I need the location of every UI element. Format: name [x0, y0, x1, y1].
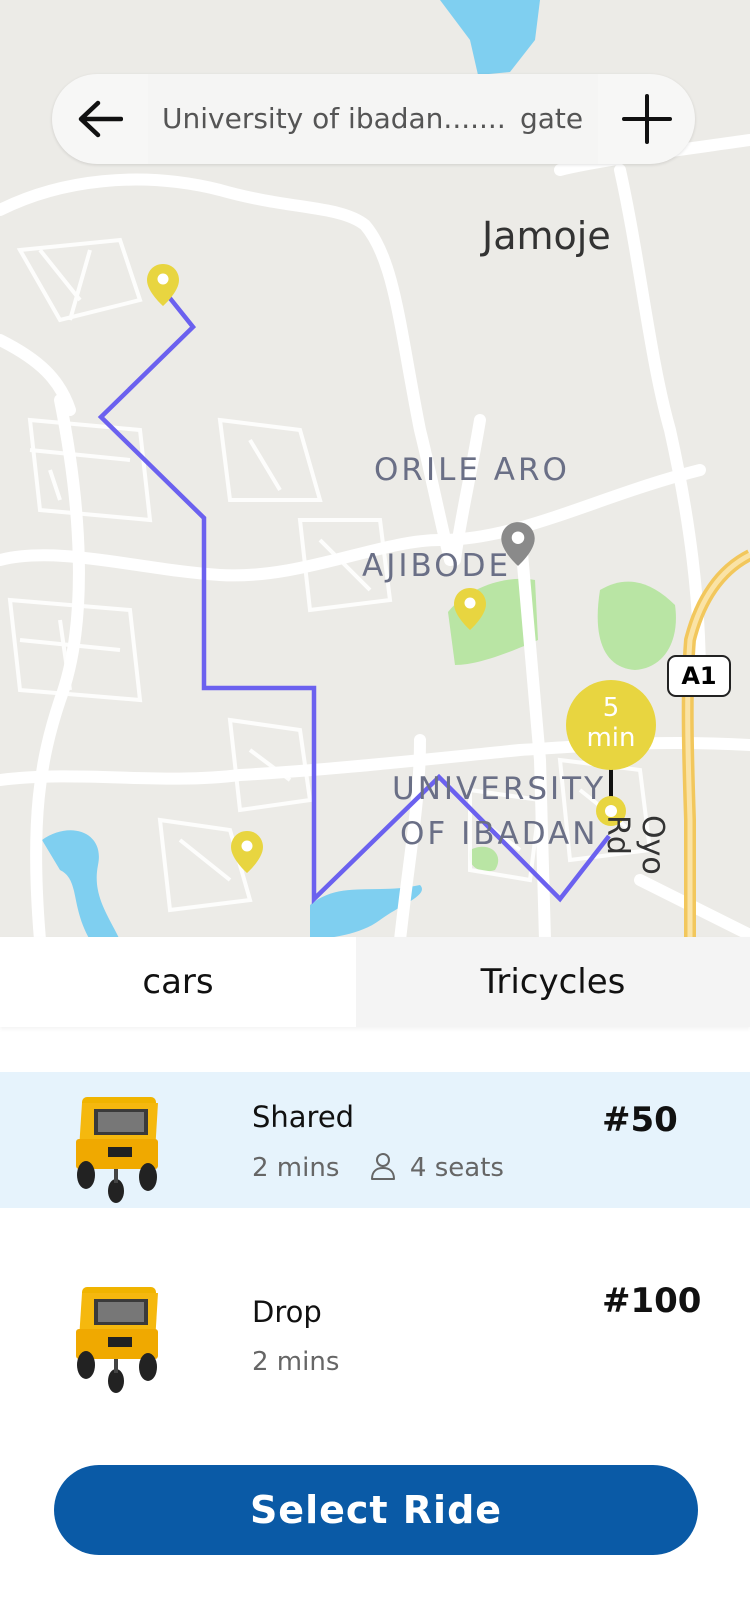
ride-price: #50 — [602, 1100, 678, 1140]
ride-option-drop[interactable]: Drop 2 mins #100 — [0, 1265, 750, 1401]
ride-meta: 2 mins 4 seats — [252, 1152, 504, 1183]
ride-eta: 2 mins — [252, 1153, 340, 1183]
highway-shield: A1 — [667, 655, 731, 697]
map-label-orile-aro: ORILE ARO — [374, 452, 570, 488]
destination-input[interactable]: gate — [520, 74, 583, 164]
tricycle-image — [76, 1287, 158, 1393]
eta-bubble: 5 min — [566, 680, 656, 770]
ride-option-shared[interactable]: Shared 2 mins 4 seats #50 — [0, 1072, 750, 1208]
ride-price: #100 — [602, 1281, 702, 1321]
ride-meta: 2 mins — [252, 1347, 339, 1377]
map-label-university: UNIVERSITY — [392, 771, 607, 807]
ride-name: Shared — [252, 1100, 355, 1134]
ride-eta: 2 mins — [252, 1347, 340, 1377]
map-label-jamoje: Jamoje — [482, 214, 611, 258]
plus-icon — [622, 94, 672, 144]
map-pin-icon[interactable] — [452, 586, 488, 632]
tab-cars[interactable]: cars — [0, 937, 356, 1027]
ride-seats: 4 seats — [409, 1153, 504, 1183]
back-arrow-icon — [78, 100, 123, 138]
back-button[interactable] — [70, 92, 130, 146]
tricycle-image — [76, 1097, 158, 1203]
tab-tricycles[interactable]: Tricycles — [356, 937, 750, 1027]
map-pin-icon[interactable] — [145, 262, 181, 308]
add-stop-button[interactable] — [617, 92, 677, 146]
map-pin-icon[interactable] — [229, 829, 265, 875]
vehicle-type-tabs: cars Tricycles — [0, 937, 750, 1027]
map-label-ajibode: AJIBODE — [362, 548, 512, 584]
eta-value: 5 — [602, 693, 620, 723]
select-ride-button[interactable]: Select Ride — [54, 1465, 698, 1555]
map-label-of-ibadan: OF IBADAN — [400, 816, 599, 852]
location-search-bar: University of ibadan....... gate — [52, 74, 695, 164]
ride-name: Drop — [252, 1295, 322, 1329]
eta-unit: min — [586, 723, 636, 753]
origin-input[interactable]: University of ibadan....... — [162, 74, 506, 164]
map-label-oyo-road: Oyo Rd — [600, 815, 670, 875]
person-icon — [370, 1153, 395, 1180]
